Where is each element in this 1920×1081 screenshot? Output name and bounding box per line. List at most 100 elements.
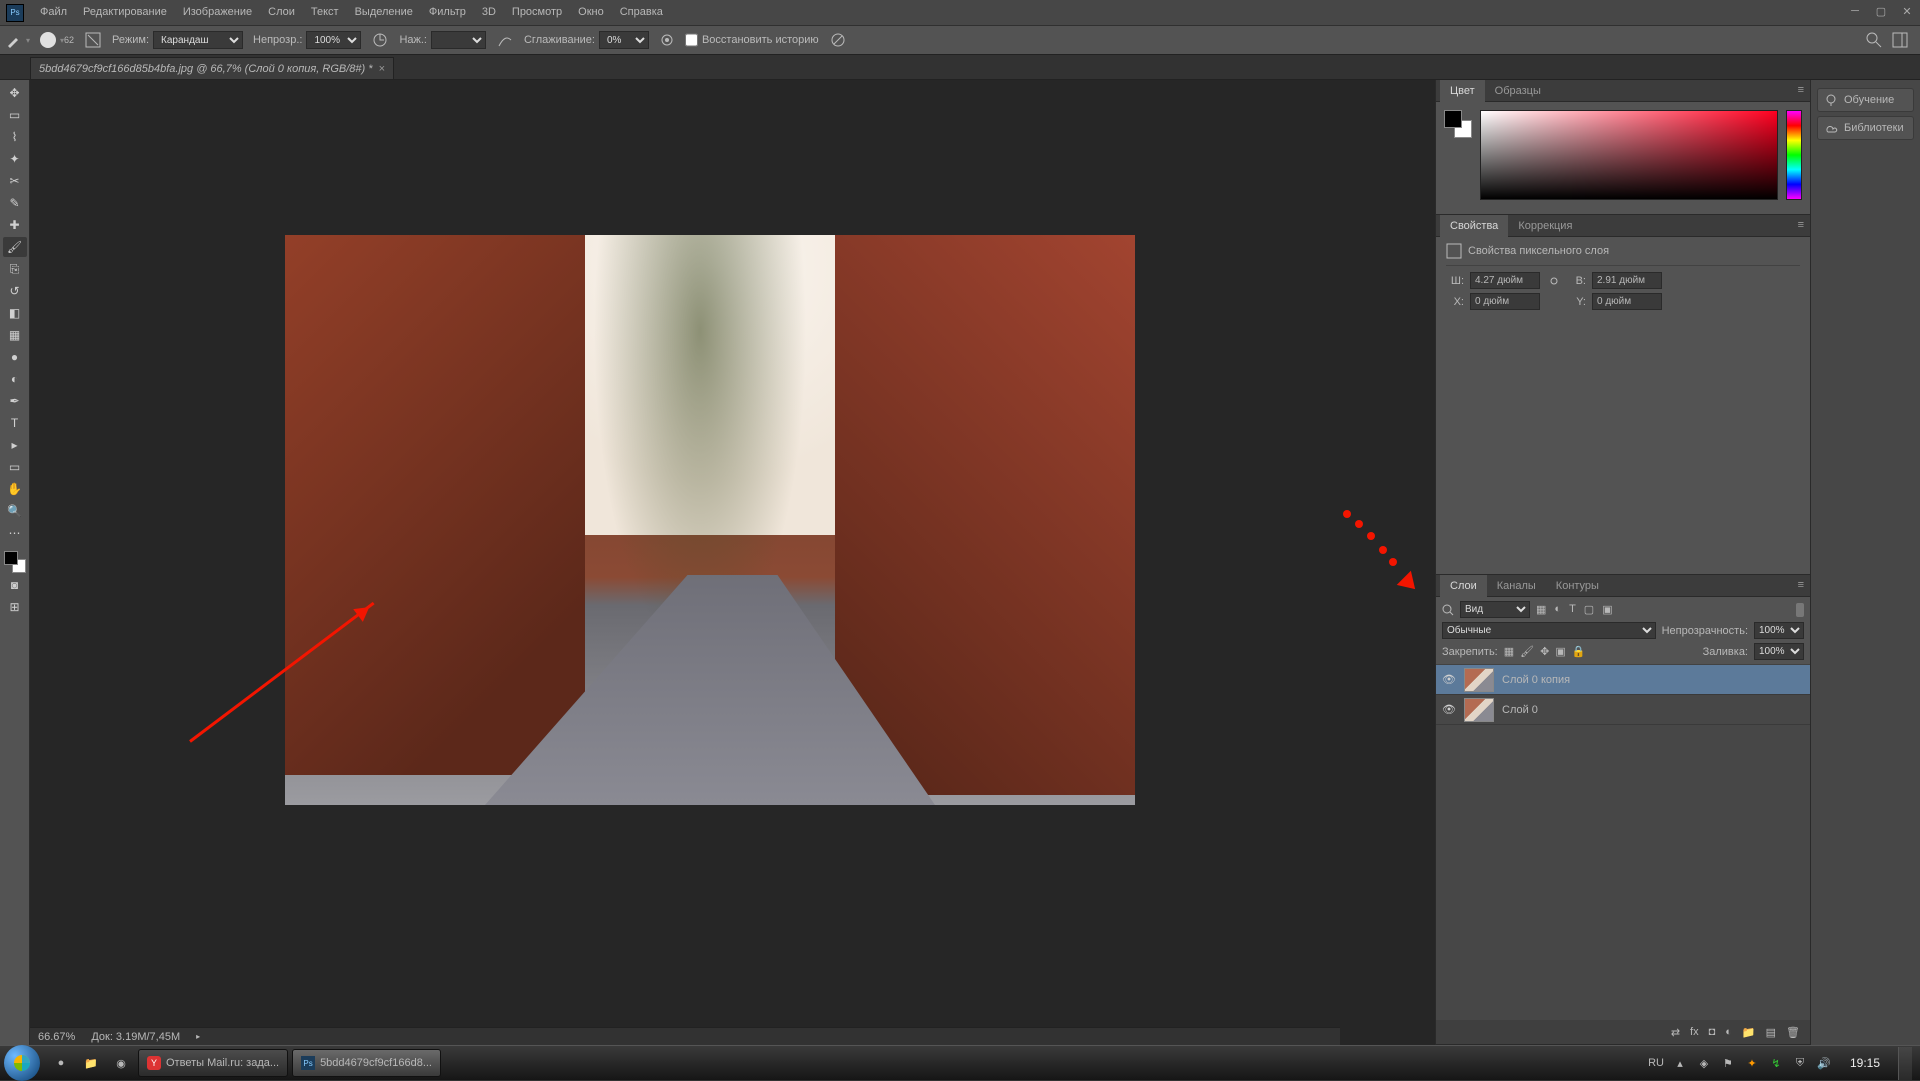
canvas-area[interactable] [30,80,1435,1045]
tray-clock[interactable]: 19:15 [1850,1056,1880,1070]
layer-row[interactable]: 👁 Слой 0 копия [1436,665,1810,695]
tray-action-icon[interactable]: ⚑ [1720,1055,1736,1071]
lock-position-icon[interactable]: ✥ [1540,645,1549,658]
tray-lang[interactable]: RU [1648,1057,1664,1069]
tray-up-icon[interactable]: ▴ [1672,1055,1688,1071]
layer-thumbnail[interactable] [1464,698,1494,722]
menu-edit[interactable]: Редактирование [75,0,175,25]
delete-layer-icon[interactable]: 🗑 [1786,1026,1800,1039]
lasso-tool[interactable]: ⌇ [3,127,27,147]
adjustment-layer-icon[interactable]: ◐ [1725,1026,1732,1038]
quick-mask-tool[interactable]: ◙ [3,575,27,595]
crop-tool[interactable]: ✂ [3,171,27,191]
layer-name[interactable]: Слой 0 [1502,704,1538,716]
tab-color[interactable]: Цвет [1440,80,1485,102]
opacity-select[interactable]: 100% [306,31,361,49]
menu-view[interactable]: Просмотр [504,0,570,25]
menu-filter[interactable]: Фильтр [421,0,474,25]
layer-row[interactable]: 👁 Слой 0 [1436,695,1810,725]
lock-pixels-icon[interactable]: 🖌 [1520,645,1534,658]
zoom-tool[interactable]: 🔍 [3,501,27,521]
collapsed-libraries[interactable]: Библиотеки [1817,116,1914,140]
workspace-icon[interactable] [1892,32,1908,48]
path-select-tool[interactable]: ▸ [3,435,27,455]
filter-shape-icon[interactable]: ▢ [1584,603,1594,616]
blur-tool[interactable]: ● [3,347,27,367]
visibility-icon[interactable]: 👁 [1442,703,1456,716]
gradient-tool[interactable]: ▦ [3,325,27,345]
smoothing-select[interactable]: 0% [599,31,649,49]
collapsed-learn[interactable]: Обучение [1817,88,1914,112]
menu-image[interactable]: Изображение [175,0,260,25]
document-tab[interactable]: 5bdd4679cf9cf166d85b4bfa.jpg @ 66,7% (Сл… [30,57,394,79]
x-value[interactable]: 0 дюйм [1470,293,1540,310]
layer-filter-select[interactable]: Вид [1460,601,1530,618]
menu-text[interactable]: Текст [303,0,347,25]
tab-channels[interactable]: Каналы [1487,575,1546,597]
status-chevron-icon[interactable]: ▸ [196,1032,200,1041]
pressure-size-icon[interactable] [829,31,847,49]
color-preview[interactable] [1444,110,1472,138]
eraser-tool[interactable]: ◧ [3,303,27,323]
tray-network-icon[interactable]: ◈ [1696,1055,1712,1071]
tray-app-icon[interactable]: ✦ [1744,1055,1760,1071]
layer-mask-icon[interactable]: ◘ [1709,1026,1716,1038]
group-icon[interactable]: 📁 [1742,1026,1756,1039]
panel-menu-icon[interactable]: ≡ [1798,219,1804,231]
taskbar-chrome-icon[interactable]: ◉ [107,1049,135,1077]
visibility-icon[interactable]: 👁 [1442,673,1456,686]
move-tool[interactable]: ✥ [3,83,27,103]
tab-swatches[interactable]: Образцы [1485,80,1551,102]
tab-properties[interactable]: Свойства [1440,215,1508,237]
y-value[interactable]: 0 дюйм [1592,293,1662,310]
tray-volume-icon[interactable]: 🔊 [1816,1055,1832,1071]
taskbar-explorer-icon[interactable]: 📁 [77,1049,105,1077]
hand-tool[interactable]: ✋ [3,479,27,499]
lock-transparent-icon[interactable]: ▦ [1504,645,1514,658]
restore-history-checkbox[interactable] [685,31,698,49]
pressure-opacity-icon[interactable] [371,31,389,49]
brush-panel-icon[interactable] [84,31,102,49]
dodge-tool[interactable]: ◐ [3,369,27,389]
smoothing-gear-icon[interactable] [659,32,675,48]
color-swatches[interactable] [4,551,26,573]
zoom-level[interactable]: 66.67% [38,1031,75,1043]
brush-preview-icon[interactable] [40,32,56,48]
window-maximize-icon[interactable]: ▢ [1874,4,1888,18]
blend-mode-select[interactable]: Обычные [1442,622,1656,639]
filter-type-icon[interactable]: T [1569,603,1576,616]
quick-select-tool[interactable]: ✦ [3,149,27,169]
filter-toggle[interactable] [1796,603,1804,617]
fill-select[interactable]: 100% [1754,643,1804,660]
eyedropper-tool[interactable]: ✎ [3,193,27,213]
brush-tool[interactable]: 🖌 [3,237,27,257]
history-brush-tool[interactable]: ↺ [3,281,27,301]
brush-tool-icon[interactable] [6,32,22,48]
layer-style-icon[interactable]: fx [1690,1026,1699,1038]
height-value[interactable]: 2.91 дюйм [1592,272,1662,289]
tab-paths[interactable]: Контуры [1546,575,1609,597]
lock-all-icon[interactable]: 🔒 [1572,645,1586,658]
layer-thumbnail[interactable] [1464,668,1494,692]
show-desktop-button[interactable] [1898,1047,1912,1080]
lock-artboard-icon[interactable]: ▣ [1555,645,1565,658]
healing-tool[interactable]: ✚ [3,215,27,235]
menu-layers[interactable]: Слои [260,0,303,25]
pen-tool[interactable]: ✒ [3,391,27,411]
taskbar-task[interactable]: Y Ответы Mail.ru: зада... [138,1049,288,1077]
link-layers-icon[interactable]: ⇄ [1671,1026,1680,1039]
blend-mode-select[interactable]: Карандаш [153,31,243,49]
edit-toolbar-icon[interactable]: ⋯ [3,523,27,543]
panel-menu-icon[interactable]: ≡ [1798,84,1804,96]
menu-select[interactable]: Выделение [347,0,421,25]
menu-help[interactable]: Справка [612,0,671,25]
width-value[interactable]: 4.27 дюйм [1470,272,1540,289]
taskbar-icon[interactable]: ● [47,1049,75,1077]
search-icon[interactable] [1442,604,1454,616]
new-layer-icon[interactable]: ▤ [1766,1026,1776,1039]
close-tab-icon[interactable]: × [379,63,385,75]
tray-app-icon[interactable]: ↯ [1768,1055,1784,1071]
hue-slider[interactable] [1786,110,1802,200]
clone-tool[interactable]: ⎘ [3,259,27,279]
tab-adjust[interactable]: Коррекция [1508,215,1582,237]
